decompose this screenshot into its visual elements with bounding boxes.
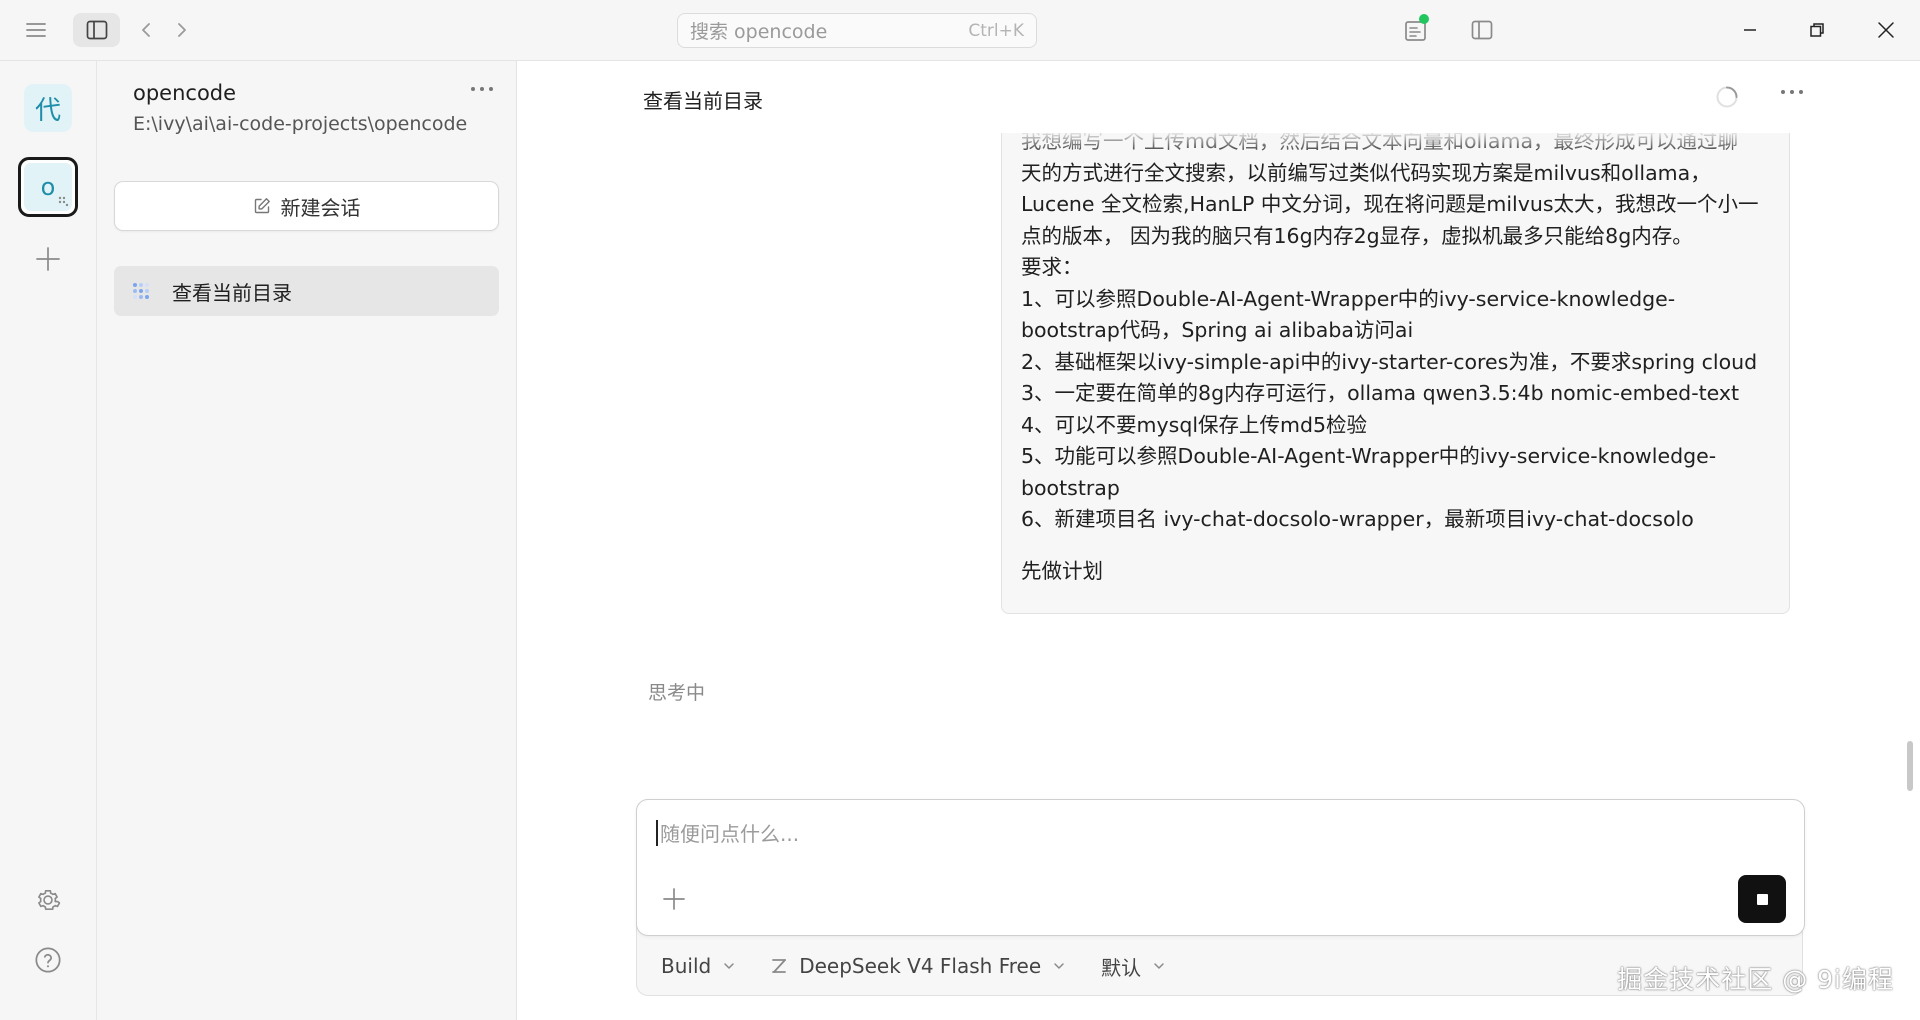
- maximize-button[interactable]: [1802, 16, 1832, 44]
- conversation-more-button[interactable]: [1779, 88, 1805, 96]
- stop-button[interactable]: [1738, 875, 1786, 923]
- attach-button[interactable]: [661, 886, 687, 912]
- message-line: [1021, 536, 1781, 556]
- message-line: 要求：: [1021, 255, 1083, 279]
- project-tile-glyph: o: [40, 173, 56, 201]
- help-button[interactable]: [34, 946, 62, 974]
- chevron-down-icon: [1154, 963, 1164, 969]
- message-line: bootstrap: [1021, 475, 1120, 500]
- search-box[interactable]: 搜索 opencode Ctrl+K: [677, 13, 1037, 48]
- minimize-button[interactable]: [1735, 16, 1765, 44]
- user-message-bubble: 我想编写一个上传md文档，然后结合文本向量和ollama，最终形成可以通过聊天的…: [1001, 133, 1790, 614]
- variant-label: 默认: [1101, 955, 1142, 980]
- back-button[interactable]: [134, 18, 158, 42]
- search-placeholder: 搜索 opencode: [690, 21, 828, 43]
- message-line: 先做计划: [1021, 558, 1103, 583]
- forward-button[interactable]: [170, 18, 194, 42]
- message-line: 1、可以参照Double-AI-Agent-Wrapper中的ivy-servi…: [1021, 286, 1676, 311]
- session-item[interactable]: 查看当前目录: [114, 266, 499, 316]
- agent-label: Build: [661, 954, 712, 978]
- gear-icon: [38, 889, 61, 911]
- message-line: 3、一定要在简单的8g内存可运行，ollama qwen3.5:4b nomic…: [1021, 381, 1740, 405]
- add-project-button[interactable]: [34, 245, 62, 273]
- project-tile-code[interactable]: 代: [24, 84, 72, 132]
- project-name: opencode: [133, 81, 237, 105]
- new-session-label: 新建会话: [280, 195, 361, 220]
- restore-icon: [1810, 23, 1824, 37]
- new-session-button[interactable]: 新建会话: [114, 181, 499, 231]
- side-panel-toggle-button[interactable]: [1468, 17, 1496, 43]
- edit-icon: [254, 198, 270, 214]
- conversation-pane: 查看当前目录 我想编写一个上传md文档，然后结合文本向量和ollama，最终形成…: [517, 61, 1920, 1020]
- session-loading-icon: [133, 283, 149, 299]
- model-selector[interactable]: DeepSeek V4 Flash Free: [771, 954, 1065, 978]
- close-icon: [1878, 22, 1894, 38]
- project-tile-glyph: 代: [34, 95, 61, 126]
- message-line: 点的版本， 因为我的脑只有16g内存2g显存，虚拟机最多只能给8g内存。: [1021, 223, 1693, 248]
- help-icon: [35, 947, 61, 973]
- message-line: 6、新建项目名 ivy-chat-docsolo-wrapper，最新项目ivy…: [1021, 507, 1694, 531]
- message-line: Lucene 全文检索,HanLP 中文分词，现在将问题是milvus太大，我想…: [1021, 192, 1759, 216]
- chevron-down-icon: [724, 963, 734, 969]
- chevron-down-icon: [1054, 963, 1064, 969]
- agent-selector[interactable]: Build: [661, 954, 735, 978]
- sidebar-toggle-button[interactable]: [73, 13, 120, 47]
- sidebar-panel-icon: [86, 20, 107, 40]
- right-panel-icon: [1471, 20, 1493, 40]
- text-caret: [656, 820, 658, 846]
- watermark: 掘金技术社区 @ 9i编程: [1617, 965, 1894, 994]
- settings-button[interactable]: [34, 886, 62, 914]
- variant-selector[interactable]: 默认: [1101, 952, 1165, 981]
- scrollbar-thumb[interactable]: [1907, 741, 1913, 791]
- loading-spinner-icon: [1715, 85, 1739, 109]
- message-line: 4、可以不要mysql保存上传md5检验: [1021, 412, 1368, 437]
- chevron-right-icon: [178, 23, 186, 37]
- session-dots-icon: [58, 196, 69, 207]
- message-line: 5、功能可以参照Double-AI-Agent-Wrapper中的ivy-ser…: [1021, 444, 1717, 468]
- stop-icon: [1756, 893, 1768, 905]
- status-dot: [1419, 14, 1429, 24]
- close-button[interactable]: [1871, 16, 1901, 44]
- bubble-top-fade: [1002, 133, 1789, 155]
- plus-icon: [663, 888, 685, 910]
- title-bar: 搜索 opencode Ctrl+K: [0, 0, 1920, 61]
- menu-icon[interactable]: [23, 19, 49, 41]
- project-tile-avatar: o: [24, 163, 72, 211]
- prompt-placeholder: 随便问点什么...: [660, 822, 800, 846]
- plus-icon: [36, 247, 60, 271]
- message-line: bootstrap代码，Spring ai alibaba访问ai: [1021, 318, 1414, 342]
- review-button[interactable]: [1401, 14, 1431, 46]
- message-line: 天的方式进行全文搜索，以前编写过类似代码实现方案是milvus和ollama，: [1021, 160, 1711, 185]
- project-more-button[interactable]: [469, 85, 495, 93]
- user-message-text: 我想编写一个上传md文档，然后结合文本向量和ollama，最终形成可以通过聊天的…: [1021, 133, 1781, 587]
- sessions-panel: opencode E:\ivy\ai\ai-code-projects\open…: [97, 61, 517, 1020]
- search-shortcut: Ctrl+K: [968, 20, 1024, 41]
- conversation-title: 查看当前目录: [643, 89, 763, 113]
- session-item-label: 查看当前目录: [172, 280, 292, 305]
- model-provider-icon: [772, 959, 787, 973]
- more-horizontal-icon: [471, 87, 493, 91]
- model-label: DeepSeek V4 Flash Free: [799, 954, 1042, 978]
- minimize-icon: [1744, 29, 1756, 31]
- prompt-input[interactable]: 随便问点什么...: [636, 799, 1805, 936]
- project-tile-opencode[interactable]: o: [18, 157, 78, 217]
- more-horizontal-icon: [1781, 90, 1803, 94]
- message-line: 2、基础框架以ivy-simple-api中的ivy-starter-cores…: [1021, 349, 1758, 374]
- project-rail: 代 o: [0, 61, 97, 1020]
- chevron-left-icon: [142, 23, 150, 37]
- thinking-status: 思考中: [648, 682, 706, 704]
- project-path: E:\ivy\ai\ai-code-projects\opencode: [133, 113, 468, 135]
